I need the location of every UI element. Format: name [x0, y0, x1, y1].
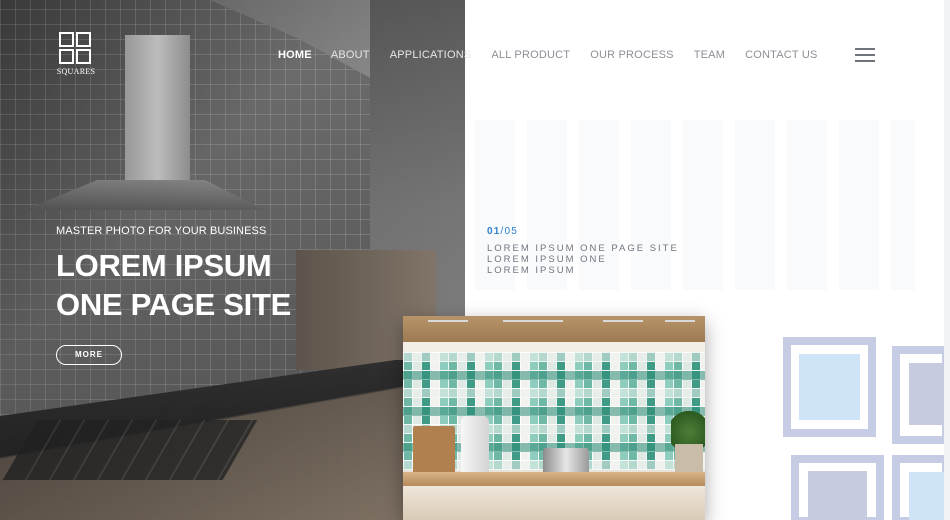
- nav-item-all-product[interactable]: ALL PRODUCT: [491, 49, 570, 61]
- brand-logo[interactable]: SQUARES: [56, 32, 96, 76]
- cabinet-underside: [403, 342, 705, 352]
- nav-item-our-process[interactable]: OUR PROCESS: [590, 49, 674, 61]
- slide-current: 01: [487, 226, 501, 237]
- main-nav: HOME ABOUT APPLICATIONS ALL PRODUCT OUR …: [278, 49, 818, 61]
- wood-countertop: [403, 472, 705, 486]
- brand-name: SQUARES: [56, 67, 96, 76]
- cutting-board: [413, 426, 455, 476]
- utensil-holder: [461, 416, 489, 476]
- slide-total: 05: [504, 226, 519, 237]
- page-right-edge: [944, 0, 950, 520]
- decorative-square-4: [892, 455, 950, 520]
- more-button[interactable]: MORE: [56, 345, 122, 365]
- nav-item-home[interactable]: HOME: [278, 49, 312, 61]
- squares-logo-icon: [59, 32, 91, 64]
- decorative-square-2: [892, 346, 950, 444]
- hero-headline-line-2: ONE PAGE SITE: [56, 287, 291, 322]
- nav-item-team[interactable]: TEAM: [694, 49, 725, 61]
- slide-caption-line-3: LOREM IPSUM: [487, 265, 576, 276]
- hero-headline-line-1: LOREM IPSUM: [56, 248, 272, 283]
- nav-item-contact-us[interactable]: CONTACT US: [745, 49, 818, 61]
- potted-plant: [671, 408, 705, 448]
- decorative-square-3: [791, 455, 884, 520]
- page: SQUARES HOME ABOUT APPLICATIONS ALL PROD…: [0, 0, 950, 520]
- slide-caption-line-1: LOREM IPSUM ONE PAGE SITE: [487, 243, 679, 254]
- decorative-square-1: [783, 337, 876, 437]
- slide-caption-line-2: LOREM IPSUM ONE: [487, 254, 607, 265]
- lower-cabinets: [403, 486, 705, 520]
- slide-counter: 01/05: [487, 226, 518, 237]
- upper-cabinets: [403, 316, 705, 342]
- hero-kicker: MASTER PHOTO FOR YOUR BUSINESS: [56, 225, 267, 237]
- kitchen-photo-card[interactable]: [403, 316, 705, 520]
- nav-item-applications[interactable]: APPLICATIONS: [390, 49, 472, 61]
- hero-headline: LOREM IPSUM ONE PAGE SITE: [56, 246, 291, 324]
- hamburger-menu-icon[interactable]: [855, 48, 875, 63]
- slide-caption: LOREM IPSUM ONE PAGE SITE LOREM IPSUM ON…: [487, 243, 679, 276]
- nav-item-about[interactable]: ABOUT: [331, 49, 370, 61]
